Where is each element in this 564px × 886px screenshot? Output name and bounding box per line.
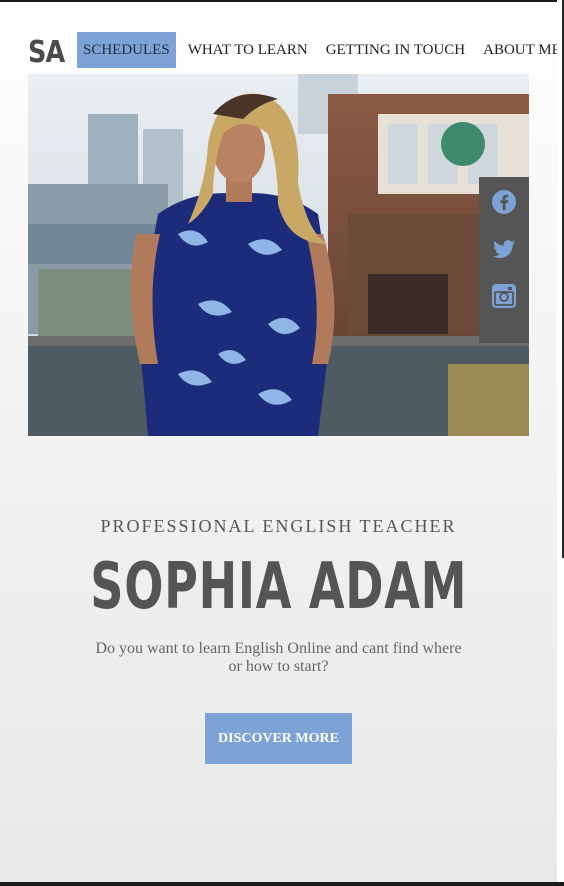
nav-item-what-to-learn[interactable]: WHAT TO LEARN bbox=[182, 32, 314, 68]
hero-name: SOPHIA ADAM bbox=[0, 550, 557, 624]
social-bar bbox=[479, 177, 529, 343]
facebook-icon[interactable] bbox=[491, 189, 517, 215]
page: SA SCHEDULES WHAT TO LEARN GETTING IN TO… bbox=[0, 2, 557, 882]
nav-item-schedules[interactable]: SCHEDULES bbox=[77, 32, 176, 68]
hero-photo bbox=[28, 74, 529, 436]
hero-kicker: PROFESSIONAL ENGLISH TEACHER bbox=[100, 516, 457, 536]
nav-item-about-me[interactable]: ABOUT ME bbox=[477, 32, 557, 68]
hero-tagline: Do you want to learn English Online and … bbox=[95, 640, 462, 675]
twitter-icon[interactable] bbox=[491, 236, 517, 262]
discover-more-button[interactable]: DISCOVER MORE bbox=[205, 713, 352, 764]
main-nav: SCHEDULES WHAT TO LEARN GETTING IN TOUCH… bbox=[77, 32, 557, 68]
bottom-edge bbox=[0, 882, 564, 886]
instagram-icon[interactable] bbox=[491, 283, 517, 309]
hero-name-text: SOPHIA ADAM bbox=[90, 550, 467, 624]
scrollbar-track bbox=[557, 0, 564, 886]
site-logo[interactable]: SA bbox=[28, 35, 65, 70]
nav-item-getting-in-touch[interactable]: GETTING IN TOUCH bbox=[320, 32, 471, 68]
